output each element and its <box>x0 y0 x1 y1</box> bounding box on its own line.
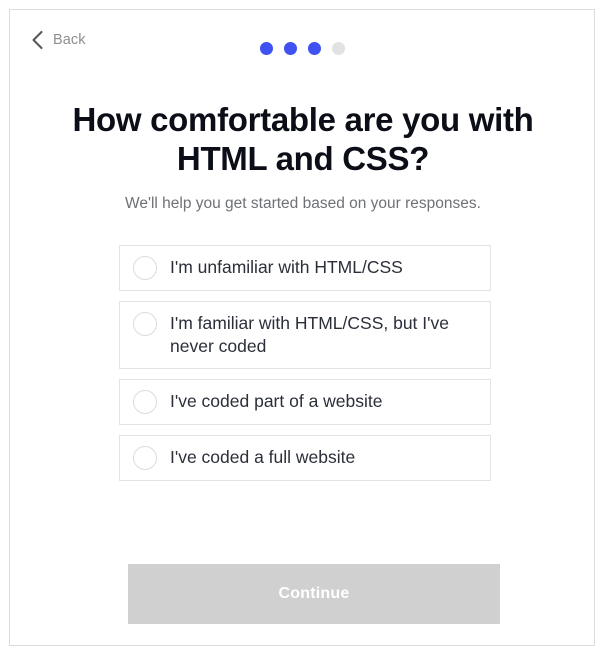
progress-dot-4 <box>331 42 345 55</box>
answer-options-list: I'm unfamiliar with HTML/CSS I'm familia… <box>119 245 491 481</box>
page-subtitle: We'll help you get started based on your… <box>125 194 481 212</box>
option-row-1[interactable]: I'm unfamiliar with HTML/CSS <box>119 245 491 291</box>
option-label-4: I've coded a full website <box>170 447 356 467</box>
progress-dot-3 <box>307 42 321 55</box>
progress-dot-1 <box>259 42 273 55</box>
option-row-3[interactable]: I've coded part of a website <box>119 379 491 425</box>
option-label-2: I'm familiar with HTML/CSS, but I've nev… <box>170 313 449 356</box>
option-row-4[interactable]: I've coded a full website <box>119 435 491 481</box>
radio-button-1[interactable] <box>133 256 157 280</box>
progress-dots <box>10 42 594 55</box>
radio-button-4[interactable] <box>133 446 157 470</box>
progress-dot-2 <box>283 42 297 55</box>
option-row-2[interactable]: I'm familiar with HTML/CSS, but I've nev… <box>119 301 491 369</box>
onboarding-card: Back How comfortable are you with HTML a… <box>9 9 595 646</box>
continue-button[interactable]: Continue <box>128 564 500 624</box>
top-bar: Back <box>10 10 594 72</box>
option-label-3: I've coded part of a website <box>170 391 383 411</box>
radio-button-2[interactable] <box>133 312 157 336</box>
page-title: How comfortable are you with HTML and CS… <box>72 101 534 178</box>
radio-button-3[interactable] <box>133 390 157 414</box>
option-label-1: I'm unfamiliar with HTML/CSS <box>170 257 403 277</box>
